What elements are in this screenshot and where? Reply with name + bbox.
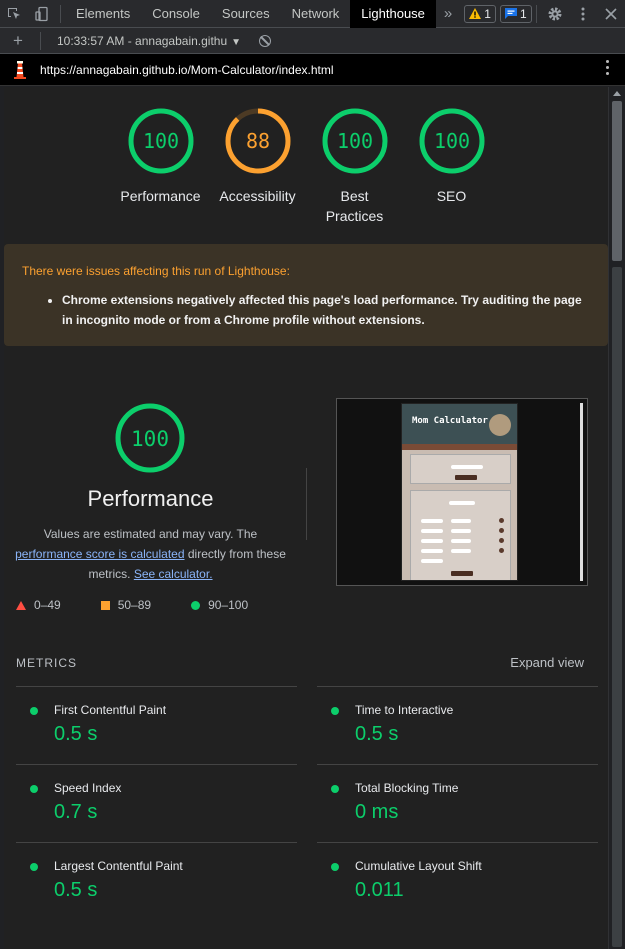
report-content: 100 Performance 88 Accessibility 100 Bes…: [4, 87, 608, 949]
screenshot-header: Mom Calculator: [402, 404, 517, 444]
gauge-label: Accessibility: [219, 188, 296, 204]
score-gauges: 100 Performance 88 Accessibility 100 Bes…: [4, 87, 608, 244]
toolbar-divider: [60, 4, 61, 23]
more-tabs-icon[interactable]: »: [436, 5, 460, 22]
close-devtools-icon[interactable]: [597, 0, 625, 28]
score-calculated-link[interactable]: performance score is calculated: [15, 547, 184, 561]
report-session-select[interactable]: 10:33:57 AM - annagabain.githu ▼: [45, 34, 241, 48]
performance-title: Performance: [87, 486, 214, 511]
tab-lighthouse[interactable]: Lighthouse: [350, 0, 436, 28]
warnings-count: 1: [484, 6, 491, 21]
section-divider: [306, 468, 307, 540]
warning-list: Chrome extensions negatively affected th…: [22, 290, 590, 330]
gauge-accessibility[interactable]: 88 Accessibility: [210, 107, 305, 244]
messages-count: 1: [519, 6, 527, 21]
inspect-element-icon[interactable]: [0, 0, 28, 28]
metric-cumulative-layout-shift: Cumulative Layout Shift 0.011: [317, 842, 598, 920]
screenshot-page: Mom Calculator: [401, 403, 518, 581]
tab-network[interactable]: Network: [281, 0, 351, 28]
final-screenshot[interactable]: Mom Calculator: [336, 398, 588, 586]
gauge-best-practices[interactable]: 100 Best Practices: [307, 107, 402, 244]
device-toolbar-icon[interactable]: [28, 0, 56, 28]
screenshot-avatar: [489, 414, 511, 436]
gauge-ring: 100: [419, 108, 484, 174]
tab-sources[interactable]: Sources: [211, 0, 281, 28]
screenshot-scrollbar: [580, 403, 583, 581]
gauge-ring: 100: [128, 108, 193, 174]
see-calculator-link[interactable]: See calculator.: [134, 567, 213, 581]
new-report-icon[interactable]: +: [0, 31, 36, 51]
pass-circle-icon: [30, 863, 38, 871]
metric-first-contentful-paint: First Contentful Paint 0.5 s: [16, 686, 297, 764]
gauge-label: Best Practices: [325, 188, 384, 224]
message-icon: [504, 8, 517, 19]
warning-box: There were issues affecting this run of …: [4, 244, 608, 346]
pass-circle-icon: [331, 707, 339, 715]
caret-down-icon: ▼: [231, 36, 242, 48]
warning-item: Chrome extensions negatively affected th…: [62, 290, 590, 330]
metrics-label: METRICS: [16, 656, 77, 670]
gauge-label: Performance: [120, 188, 201, 204]
scroll-up-icon[interactable]: [613, 91, 621, 96]
gauge-ring: 88: [225, 108, 290, 174]
screenshot-nav: [402, 444, 517, 450]
legend-fail: 0–49: [16, 598, 61, 612]
fail-triangle-icon: [16, 600, 26, 610]
gauge-performance[interactable]: 100 Performance: [113, 107, 208, 244]
scrollbar-thumb[interactable]: [612, 101, 622, 261]
settings-gear-icon[interactable]: [541, 0, 569, 28]
report-url-bar: https://annagabain.github.io/Mom-Calcula…: [0, 54, 625, 86]
tab-elements[interactable]: Elements: [65, 0, 141, 28]
messages-badge[interactable]: 1: [499, 4, 532, 23]
report-url: https://annagabain.github.io/Mom-Calcula…: [40, 62, 334, 77]
metric-time-to-interactive: Time to Interactive 0.5 s: [317, 686, 598, 764]
screenshot-card: [410, 454, 511, 484]
gauge-score: 100: [336, 129, 372, 153]
desc-text-1: Values are estimated and may vary. The: [43, 527, 258, 541]
metrics-header: METRICS Expand view: [4, 636, 608, 686]
average-square-icon: [100, 600, 110, 610]
warning-icon: [469, 8, 482, 19]
metrics-grid: First Contentful Paint 0.5 s Time to Int…: [4, 686, 608, 920]
metric-speed-index: Speed Index 0.7 s: [16, 764, 297, 842]
devtools-toolbar: Elements Console Sources Network Lightho…: [0, 0, 625, 28]
gauge-ring: 100: [322, 108, 387, 174]
clear-reports-icon[interactable]: [259, 34, 272, 47]
screenshot-app-title: Mom Calculator: [412, 416, 488, 426]
performance-section: 100 Performance Values are estimated and…: [4, 346, 608, 636]
legend-average: 50–89: [100, 598, 151, 612]
gauge-score: 100: [142, 129, 178, 153]
gauge-label: SEO: [436, 188, 467, 204]
pass-circle-icon: [30, 707, 38, 715]
pass-circle-icon: [191, 600, 201, 610]
report-scrollbar[interactable]: [608, 87, 625, 949]
performance-score: 100: [131, 427, 169, 451]
customize-menu-icon[interactable]: [569, 0, 597, 28]
performance-gauge: 100: [115, 403, 185, 473]
toolbar-right: [532, 0, 625, 28]
report-session-label: 10:33:57 AM - annagabain.githu: [57, 33, 228, 48]
tab-console[interactable]: Console: [141, 0, 211, 28]
legend-pass: 90–100: [191, 598, 248, 612]
performance-description: Values are estimated and may vary. The p…: [4, 524, 297, 584]
toolbar-divider: [40, 31, 41, 50]
warning-title: There were issues affecting this run of …: [22, 264, 290, 278]
metric-largest-contentful-paint: Largest Contentful Paint 0.5 s: [16, 842, 297, 920]
screenshot-card: [410, 490, 511, 580]
gauge-seo[interactable]: 100 SEO: [404, 107, 499, 244]
gauge-score: 100: [433, 129, 469, 153]
scrollbar-track: [612, 267, 622, 947]
pass-circle-icon: [331, 863, 339, 871]
warnings-badge[interactable]: 1: [464, 4, 496, 23]
pass-circle-icon: [30, 785, 38, 793]
report-menu-icon[interactable]: [606, 60, 609, 75]
score-legend: 0–49 50–89 90–100: [16, 598, 288, 612]
toolbar-divider: [536, 5, 537, 23]
lighthouse-logo-icon: [0, 60, 40, 79]
metric-total-blocking-time: Total Blocking Time 0 ms: [317, 764, 598, 842]
pass-circle-icon: [331, 785, 339, 793]
expand-view-toggle[interactable]: Expand view: [510, 655, 584, 670]
lighthouse-toolbar: + 10:33:57 AM - annagabain.githu ▼: [0, 28, 625, 54]
gauge-score: 88: [245, 129, 269, 153]
